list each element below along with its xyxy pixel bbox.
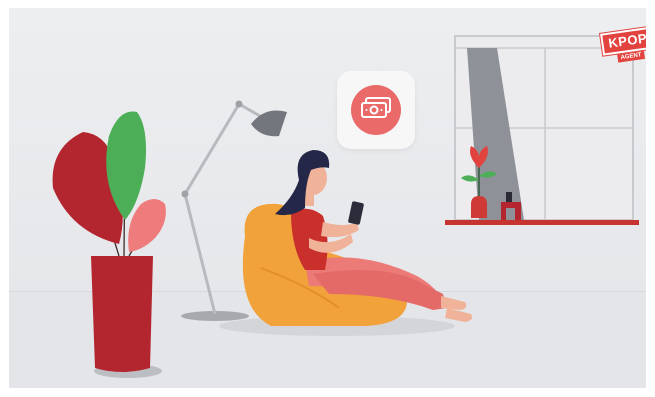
window-sill xyxy=(445,220,639,225)
pink-leaf xyxy=(128,199,166,252)
banknote-icon xyxy=(361,96,391,124)
scene-artwork xyxy=(52,35,639,378)
illustration-frame: KPOP AGENT xyxy=(9,8,646,388)
payment-app-tile xyxy=(337,71,415,149)
phone xyxy=(348,201,364,225)
app-tile-circle xyxy=(351,85,401,135)
kpop-agent-logo: KPOP AGENT xyxy=(600,26,646,64)
potted-plant xyxy=(52,111,166,378)
